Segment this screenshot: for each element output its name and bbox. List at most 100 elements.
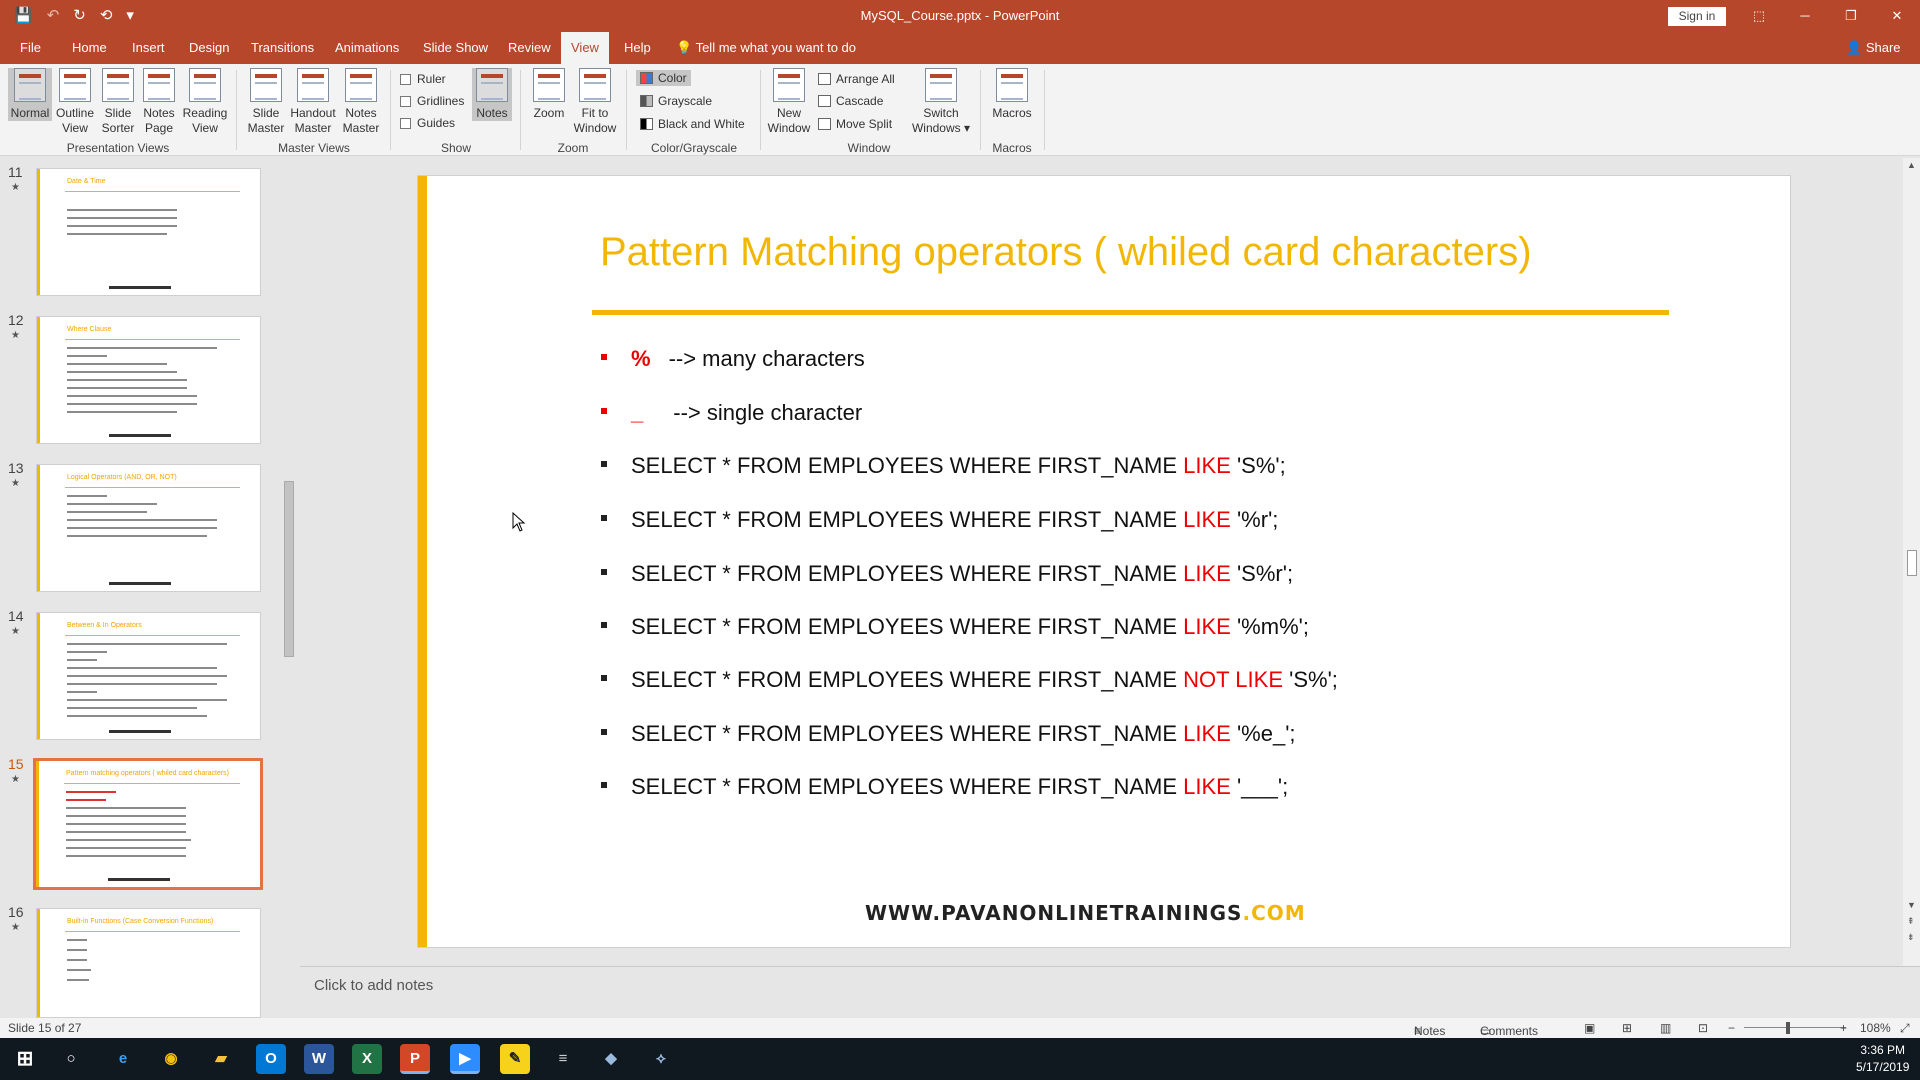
fit-to-window-button[interactable]: Fit to Window: [572, 68, 618, 136]
tab-help[interactable]: Help: [614, 32, 661, 64]
cortana-search-icon[interactable]: ○: [56, 1044, 86, 1074]
close-button[interactable]: ✕: [1874, 0, 1920, 32]
normal-view-status-icon[interactable]: ▣: [1584, 1021, 1595, 1035]
color-button[interactable]: Color: [636, 70, 691, 86]
tab-slide-show[interactable]: Slide Show: [413, 32, 498, 64]
zoom-out-icon[interactable]: −: [1728, 1021, 1735, 1035]
next-slide-icon[interactable]: ⇟: [1907, 932, 1915, 943]
slide-thumbnail[interactable]: Logical Operators (AND, OR, NOT): [36, 464, 261, 592]
move-split-button[interactable]: Move Split: [818, 117, 892, 131]
database-tool-icon[interactable]: ≡: [548, 1044, 578, 1074]
tab-animations[interactable]: Animations: [325, 32, 409, 64]
query-bullet[interactable]: SELECT * FROM EMPLOYEES WHERE FIRST_NAME…: [601, 614, 1309, 640]
thumbnail-scrollbar[interactable]: [281, 161, 297, 1015]
system-clock[interactable]: 3:36 PM 5/17/2019: [1856, 1042, 1909, 1076]
scroll-up-icon[interactable]: ▲: [1907, 160, 1916, 170]
tab-design[interactable]: Design: [179, 32, 239, 64]
slide-sorter-button[interactable]: Slide Sorter: [98, 68, 138, 136]
sticky-notes-icon[interactable]: ✎: [500, 1044, 530, 1074]
black-and-white-button[interactable]: Black and White: [640, 117, 745, 131]
zoom-button[interactable]: Zoom: [528, 68, 570, 121]
restore-button[interactable]: ❐: [1828, 0, 1874, 32]
notes-toggle-button[interactable]: Notes: [472, 68, 512, 121]
query-prefix: SELECT * FROM EMPLOYEES WHERE FIRST_NAME: [631, 561, 1178, 586]
zoom-meetings-icon[interactable]: ▶: [450, 1044, 480, 1074]
notes-pane[interactable]: Click to add notes: [300, 966, 1920, 1018]
powerpoint-icon[interactable]: P: [400, 1044, 430, 1074]
black-and-white-label: Black and White: [658, 117, 745, 131]
text-line: [67, 979, 89, 981]
footer-domain-suffix: .COM: [1242, 901, 1306, 925]
minimize-button[interactable]: ─: [1782, 0, 1828, 32]
zoom-slider-thumb[interactable]: [1786, 1022, 1790, 1034]
outline-view-button[interactable]: Outline View: [52, 68, 98, 136]
macros-icon: [996, 68, 1028, 102]
mysql-workbench-icon[interactable]: ⟡: [646, 1044, 676, 1074]
reading-view-status-icon[interactable]: ▥: [1660, 1021, 1671, 1035]
ribbon-display-options-icon[interactable]: ⬚: [1736, 0, 1782, 32]
previous-slide-icon[interactable]: ⇞: [1907, 916, 1915, 927]
slide-master-button[interactable]: Slide Master: [246, 68, 286, 136]
query-bullet[interactable]: SELECT * FROM EMPLOYEES WHERE FIRST_NAME…: [601, 561, 1293, 587]
reading-view-button[interactable]: Reading View: [182, 68, 228, 136]
clock-time: 3:36 PM: [1860, 1043, 1906, 1057]
guides-checkbox[interactable]: Guides: [400, 116, 455, 130]
outlook-icon[interactable]: O: [256, 1044, 286, 1074]
tell-me-box[interactable]: 💡 Tell me what you want to do: [676, 32, 856, 64]
sign-in-button[interactable]: Sign in: [1668, 7, 1726, 26]
tab-home[interactable]: Home: [62, 32, 117, 64]
text-line: [66, 855, 186, 857]
fit-slide-icon[interactable]: ⤢: [1900, 1021, 1910, 1036]
thumbnail-scrollbar-thumb[interactable]: [284, 481, 294, 657]
current-slide[interactable]: Pattern Matching operators ( whiled card…: [417, 175, 1791, 948]
slide-thumbnail[interactable]: Between & In Operators: [36, 612, 261, 740]
grayscale-button[interactable]: Grayscale: [640, 94, 712, 108]
tab-view[interactable]: View: [561, 32, 609, 64]
tab-insert[interactable]: Insert: [122, 32, 175, 64]
excel-icon[interactable]: X: [352, 1044, 382, 1074]
edge-browser-icon[interactable]: e: [108, 1044, 138, 1074]
bullet-underscore[interactable]: _ --> single character: [601, 400, 862, 426]
macros-button[interactable]: Macros: [988, 68, 1036, 121]
zoom-in-icon[interactable]: +: [1840, 1021, 1847, 1035]
tab-transitions[interactable]: Transitions: [241, 32, 324, 64]
word-icon[interactable]: W: [304, 1044, 334, 1074]
slide-thumbnail[interactable]: Date & Time: [36, 168, 261, 296]
handout-master-button[interactable]: Handout Master: [288, 68, 338, 136]
new-window-button[interactable]: New Window: [766, 68, 812, 136]
editor-scrollbar-thumb[interactable]: [1907, 550, 1917, 576]
file-explorer-icon[interactable]: ▰: [206, 1044, 236, 1074]
bullet-percent[interactable]: % --> many characters: [601, 346, 865, 372]
arrange-all-button[interactable]: Arrange All: [818, 72, 895, 86]
zoom-slider-track[interactable]: [1744, 1027, 1846, 1028]
query-bullet[interactable]: SELECT * FROM EMPLOYEES WHERE FIRST_NAME…: [601, 507, 1278, 533]
cascade-button[interactable]: Cascade: [818, 94, 883, 108]
query-bullet[interactable]: SELECT * FROM EMPLOYEES WHERE FIRST_NAME…: [601, 721, 1296, 747]
ruler-checkbox[interactable]: Ruler: [400, 72, 446, 86]
notes-master-button[interactable]: Notes Master: [340, 68, 382, 136]
chrome-browser-icon[interactable]: ◉: [156, 1044, 186, 1074]
editor-app-icon[interactable]: ◆: [596, 1044, 626, 1074]
query-bullet[interactable]: SELECT * FROM EMPLOYEES WHERE FIRST_NAME…: [601, 774, 1288, 800]
slide-thumbnail[interactable]: Where Clause: [36, 316, 261, 444]
gridlines-checkbox[interactable]: Gridlines: [400, 94, 464, 108]
zoom-level[interactable]: 108%: [1860, 1021, 1891, 1035]
slide-title[interactable]: Pattern Matching operators ( whiled card…: [600, 230, 1532, 275]
query-bullet[interactable]: SELECT * FROM EMPLOYEES WHERE FIRST_NAME…: [601, 453, 1286, 479]
query-bullet[interactable]: SELECT * FROM EMPLOYEES WHERE FIRST_NAME…: [601, 667, 1338, 693]
fit-to-window-icon: [579, 68, 611, 102]
grayscale-label: Grayscale: [658, 94, 713, 108]
notes-page-button[interactable]: Notes Page: [138, 68, 180, 136]
switch-windows-button[interactable]: Switch Windows ▾: [910, 68, 972, 136]
normal-view-button[interactable]: Normal: [8, 68, 52, 121]
editor-scrollbar[interactable]: ▲ ▼ ⇞ ⇟: [1903, 158, 1920, 966]
slide-sorter-status-icon[interactable]: ⊞: [1622, 1021, 1632, 1035]
slide-thumbnail[interactable]: Built-in Functions (Case Conversion Func…: [36, 908, 261, 1018]
scroll-down-icon[interactable]: ▼: [1907, 900, 1916, 910]
slide-thumbnail-selected[interactable]: Pattern matching operators ( whiled card…: [33, 758, 263, 890]
tab-file[interactable]: File: [10, 32, 51, 64]
windows-start-icon[interactable]: ⊞: [10, 1044, 40, 1074]
slide-show-status-icon[interactable]: ⊡: [1698, 1021, 1708, 1035]
tab-review[interactable]: Review: [498, 32, 561, 64]
share-button[interactable]: 👤 Share: [1846, 32, 1901, 64]
